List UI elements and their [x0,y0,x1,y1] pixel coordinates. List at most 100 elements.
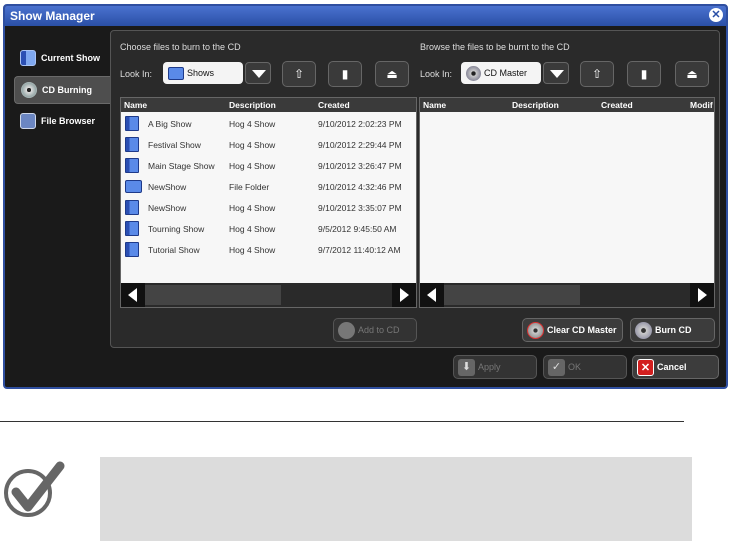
chevron-down-icon[interactable] [245,62,271,84]
row-created: 9/10/2012 2:02:23 PM [318,119,402,129]
row-description: File Folder [229,182,270,192]
row-description: Hog 4 Show [229,161,276,171]
apply-label: Apply [478,362,501,372]
right-lookin-select[interactable]: CD Master [461,62,569,84]
new-folder-icon: ▮ [640,67,648,81]
row-description: Hog 4 Show [229,140,276,150]
title-bar[interactable]: Show Manager ✕ [5,6,726,26]
check-icon: ✓ [548,358,565,376]
column-header-name[interactable]: Name [423,100,446,110]
cancel-button[interactable]: ✕ Cancel [632,355,719,379]
scroll-left-icon[interactable] [420,283,444,307]
row-description: Hog 4 Show [229,203,276,213]
show-book-icon [125,242,139,257]
close-icon[interactable]: ✕ [709,8,723,22]
row-created: 9/10/2012 3:35:07 PM [318,203,402,213]
scroll-thumb[interactable] [145,285,281,305]
show-manager-window: Show Manager ✕ Current Show CD Burning F… [3,4,728,389]
sidebar-item-cd-burning[interactable]: CD Burning [14,76,111,104]
table-row[interactable]: Festival Show Hog 4 Show 9/10/2012 2:29:… [121,134,416,155]
column-header-description[interactable]: Description [512,100,559,110]
folder-icon [125,180,142,193]
burn-cd-button[interactable]: Burn CD [630,318,715,342]
row-created: 9/10/2012 3:26:47 PM [318,161,402,171]
left-up-folder-button[interactable]: ⇧ [282,61,316,87]
row-name: Festival Show [148,140,201,150]
column-header-modified[interactable]: Modif [690,100,713,110]
left-new-folder-button[interactable]: ▮ [328,61,362,87]
row-created: 9/10/2012 2:29:44 PM [318,140,402,150]
apply-icon: ⬇ [458,358,475,376]
scroll-right-icon[interactable] [690,283,714,307]
scroll-thumb[interactable] [444,285,580,305]
row-created: 9/10/2012 4:32:46 PM [318,182,402,192]
add-to-cd-label: Add to CD [358,325,400,335]
column-header-created[interactable]: Created [318,100,350,110]
row-name: A Big Show [148,119,192,129]
left-horizontal-scrollbar[interactable] [121,283,416,307]
show-book-icon [125,200,139,215]
burn-cd-label: Burn CD [655,325,692,335]
cd-disc-icon [466,65,481,81]
table-row[interactable]: NewShow File Folder 9/10/2012 4:32:46 PM [121,176,416,197]
eject-icon: ⏏ [686,67,698,81]
row-description: Hog 4 Show [229,245,276,255]
left-lookin-value: Shows [187,68,215,78]
row-name: Tutorial Show [148,245,200,255]
row-name: NewShow [148,182,187,192]
chevron-down-icon[interactable] [543,62,569,84]
left-heading: Choose files to burn to the CD [120,42,241,52]
left-list-header: Name Description Created [121,98,416,112]
left-lookin-label: Look In: [120,69,153,79]
checkmark-icon [4,461,65,517]
left-lookin-select[interactable]: Shows [163,62,271,84]
table-row[interactable]: A Big Show Hog 4 Show 9/10/2012 2:02:23 … [121,113,416,134]
show-book-icon [20,50,36,66]
right-horizontal-scrollbar[interactable] [420,283,714,307]
new-folder-icon: ▮ [341,67,349,81]
table-row[interactable]: Main Stage Show Hog 4 Show 9/10/2012 3:2… [121,155,416,176]
show-book-icon [125,116,139,131]
file-browser-icon [20,113,36,129]
right-heading: Browse the files to be burnt to the CD [420,42,570,52]
left-file-list[interactable]: Name Description Created A Big Show Hog … [120,97,417,308]
left-eject-button[interactable]: ⏏ [375,61,409,87]
cd-add-icon [338,321,355,339]
ok-button[interactable]: ✓ OK [543,355,627,379]
right-list-header: Name Description Created Modif [420,98,714,112]
cd-disc-icon [21,82,37,98]
show-book-icon [125,137,139,152]
eject-icon: ⏏ [386,67,398,81]
add-to-cd-button[interactable]: Add to CD [333,318,417,342]
right-lookin-value: CD Master [484,68,528,78]
right-file-list[interactable]: Name Description Created Modif [419,97,715,308]
sidebar-item-label: CD Burning [42,85,92,95]
cd-burning-panel: Choose files to burn to the CD Look In: … [110,30,720,348]
table-row[interactable]: Tourning Show Hog 4 Show 9/5/2012 9:45:5… [121,218,416,239]
right-up-folder-button[interactable]: ⇧ [580,61,614,87]
show-book-icon [125,158,139,173]
sidebar-item-file-browser[interactable]: File Browser [14,107,111,135]
table-row[interactable]: Tutorial Show Hog 4 Show 9/7/2012 11:40:… [121,239,416,260]
scroll-right-icon[interactable] [392,283,416,307]
scroll-left-icon[interactable] [121,283,145,307]
sidebar-item-current-show[interactable]: Current Show [14,44,111,72]
column-header-name[interactable]: Name [124,100,147,110]
up-folder-icon: ⇧ [591,67,603,81]
clear-cd-master-label: Clear CD Master [547,325,617,335]
right-new-folder-button[interactable]: ▮ [627,61,661,87]
column-header-created[interactable]: Created [601,100,633,110]
row-name: Main Stage Show [148,161,215,171]
row-created: 9/7/2012 11:40:12 AM [318,245,401,255]
up-folder-icon: ⇧ [293,67,305,81]
row-name: NewShow [148,203,187,213]
column-header-description[interactable]: Description [229,100,276,110]
table-row[interactable]: NewShow Hog 4 Show 9/10/2012 3:35:07 PM [121,197,416,218]
divider-line [0,421,684,422]
apply-button[interactable]: ⬇ Apply [453,355,537,379]
row-description: Hog 4 Show [229,224,276,234]
right-eject-button[interactable]: ⏏ [675,61,709,87]
show-book-icon [125,221,139,236]
clear-cd-master-button[interactable]: Clear CD Master [522,318,623,342]
sidebar-item-label: Current Show [41,53,101,63]
